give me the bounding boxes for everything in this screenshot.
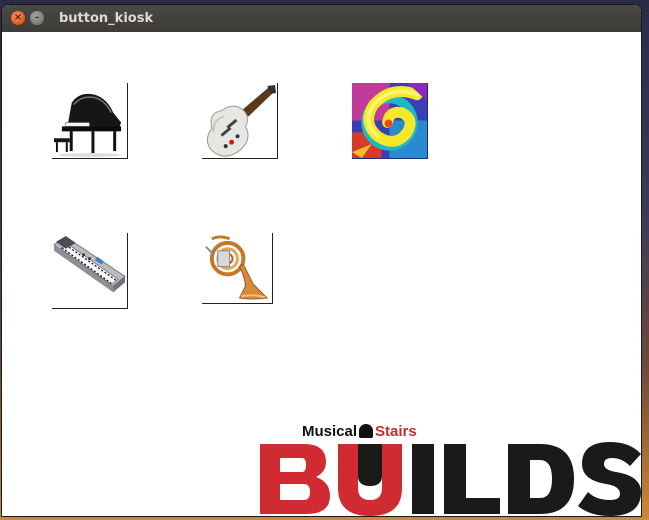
minimize-button[interactable]: – bbox=[30, 11, 44, 25]
grand-piano-button[interactable] bbox=[52, 83, 128, 159]
app-window: × – button_kiosk Musical Stairs bbox=[2, 5, 641, 516]
french-horn-icon bbox=[205, 235, 269, 300]
title-bar[interactable]: × – button_kiosk bbox=[2, 5, 641, 32]
keyboard-synth-button[interactable] bbox=[52, 233, 128, 309]
tagline-stairs: Stairs bbox=[375, 423, 417, 440]
grand-piano-icon bbox=[53, 93, 122, 158]
keyboard-synth-icon bbox=[53, 235, 126, 293]
builds-wordmark bbox=[260, 442, 641, 516]
psychedelic-swirl-button[interactable] bbox=[352, 83, 428, 159]
electric-guitar-button[interactable] bbox=[202, 83, 278, 159]
logo-tagline: Musical Stairs bbox=[302, 423, 417, 441]
psychedelic-swirl-icon bbox=[352, 83, 427, 158]
close-button[interactable]: × bbox=[11, 11, 25, 25]
minimize-icon: – bbox=[34, 12, 40, 23]
kiosk-content: Musical Stairs bbox=[2, 32, 641, 516]
musical-stairs-builds-logo: Musical Stairs bbox=[260, 423, 641, 516]
close-icon: × bbox=[13, 12, 23, 23]
window-title: button_kiosk bbox=[59, 11, 154, 26]
stairs-bulb-icon bbox=[359, 424, 374, 438]
electric-guitar-icon bbox=[206, 84, 277, 157]
french-horn-button[interactable] bbox=[202, 233, 273, 304]
tagline-musical: Musical bbox=[302, 423, 358, 440]
